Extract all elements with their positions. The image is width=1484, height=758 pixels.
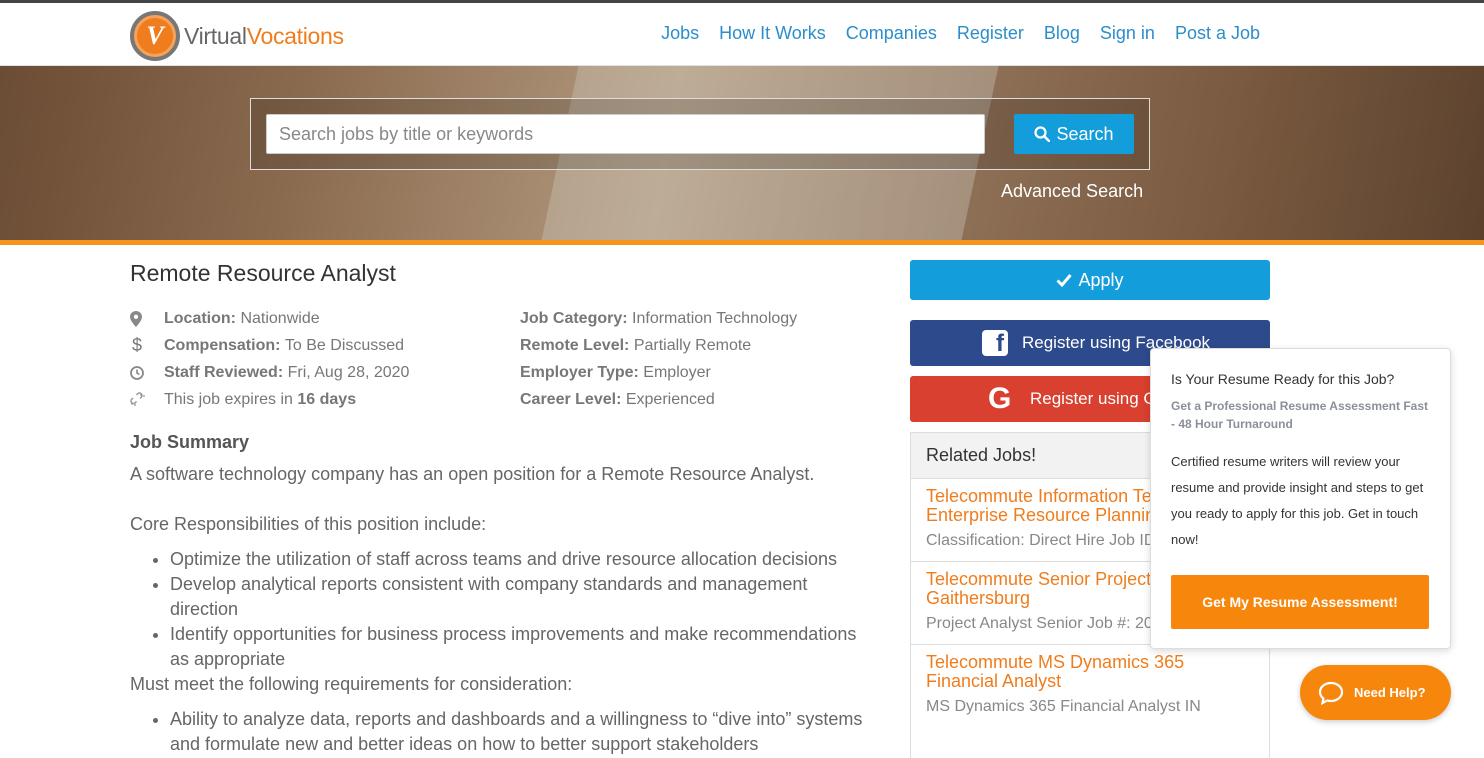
list-item: Identify opportunities for business proc…: [170, 622, 870, 672]
job-title: Remote Resource Analyst: [130, 260, 396, 286]
resume-assessment-button[interactable]: Get My Resume Assessment!: [1171, 575, 1429, 629]
apply-button[interactable]: Apply: [910, 260, 1270, 300]
nav-sign-in[interactable]: Sign in: [1100, 23, 1155, 44]
related-job-title[interactable]: Telecommute MS Dynamics 365 Financial An…: [926, 653, 1254, 691]
search-input[interactable]: [266, 114, 985, 154]
logo-text: VirtualVocations: [184, 22, 344, 49]
search-form: Search: [250, 98, 1150, 170]
job-meta-right: Job Category: Information Technology Rem…: [520, 305, 880, 413]
meta-compensation: $ Compensation: To Be Discussed: [130, 332, 510, 359]
meta-employer-type: Employer Type: Employer: [520, 364, 711, 381]
nav-post-a-job[interactable]: Post a Job: [1175, 23, 1260, 44]
dollar-icon: $: [132, 335, 143, 355]
top-navbar: V VirtualVocations Jobs How It Works Com…: [0, 0, 1484, 66]
meta-career-level: Career Level: Experienced: [520, 391, 715, 408]
nav-how-it-works[interactable]: How It Works: [719, 23, 826, 44]
nav-companies[interactable]: Companies: [846, 23, 937, 44]
list-item: Develop analytical reports consistent wi…: [170, 572, 870, 622]
job-summary-heading: Job Summary: [130, 432, 250, 452]
need-help-button[interactable]: Need Help?: [1300, 665, 1451, 720]
resume-assessment-popup: Is Your Resume Ready for this Job? Get a…: [1150, 348, 1451, 649]
map-pin-icon: [130, 310, 164, 327]
site-logo[interactable]: V VirtualVocations: [130, 9, 344, 63]
hero-banner: Search Advanced Search: [0, 66, 1484, 245]
logo-icon: V: [130, 11, 180, 61]
search-button-label: Search: [1056, 123, 1114, 144]
meta-remote-level: Remote Level: Partially Remote: [520, 337, 752, 354]
meta-staff-reviewed: Staff Reviewed: Fri, Aug 28, 2020: [130, 359, 510, 386]
meta-expires: This job expires in 16 days: [130, 386, 510, 413]
google-icon: G: [988, 382, 1012, 415]
broken-link-icon: [130, 391, 164, 408]
responsibilities-intro: Core Responsibilities of this position i…: [130, 514, 487, 534]
job-summary-text: A software technology company has an ope…: [130, 464, 815, 484]
nav-register[interactable]: Register: [957, 23, 1024, 44]
popup-body: Certified resume writers will review you…: [1171, 454, 1424, 547]
requirements-intro: Must meet the following requirements for…: [130, 674, 573, 694]
advanced-search-link[interactable]: Advanced Search: [1001, 181, 1143, 202]
nav-blog[interactable]: Blog: [1044, 23, 1080, 44]
search-button[interactable]: Search: [1014, 114, 1134, 154]
related-job-item[interactable]: Telecommute MS Dynamics 365 Financial An…: [911, 645, 1269, 727]
clock-icon: [130, 365, 164, 380]
related-job-desc: MS Dynamics 365 Financial Analyst IN: [926, 698, 1201, 715]
popup-subtitle: Get a Professional Resume Assessment Fas…: [1171, 399, 1428, 431]
list-item: Ability to analyze data, reports and das…: [170, 707, 870, 757]
check-icon: [1056, 274, 1073, 287]
search-icon: [1034, 126, 1051, 142]
meta-job-category: Job Category: Information Technology: [520, 310, 798, 327]
responsibilities-list: Optimize the utilization of staff across…: [150, 547, 870, 672]
job-meta-left: Location: Nationwide $ Compensation: To …: [130, 305, 510, 413]
list-item: Optimize the utilization of staff across…: [170, 547, 870, 572]
nav-jobs[interactable]: Jobs: [661, 23, 699, 44]
chat-bubble-icon: [1318, 681, 1344, 705]
popup-title: Is Your Resume Ready for this Job?: [1171, 371, 1395, 387]
facebook-icon: f: [982, 330, 1008, 356]
meta-location: Location: Nationwide: [130, 305, 510, 332]
main-nav: Jobs How It Works Companies Register Blo…: [661, 23, 1260, 44]
requirements-list: Ability to analyze data, reports and das…: [150, 707, 870, 757]
